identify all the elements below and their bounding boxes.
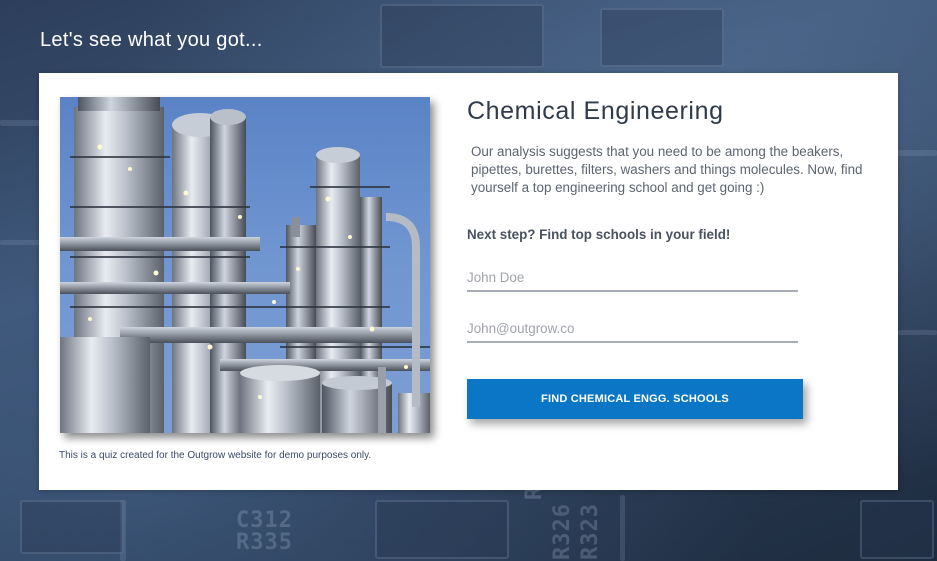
result-card: This is a quiz created for the Outgrow w…: [39, 73, 898, 490]
result-title: Chemical Engineering: [467, 97, 724, 125]
result-image: [60, 97, 430, 433]
name-field[interactable]: [467, 264, 798, 292]
silkscreen-label: R326: [550, 503, 575, 560]
demo-disclaimer: This is a quiz created for the Outgrow w…: [59, 450, 372, 461]
page-headline: Let's see what you got...: [40, 29, 263, 51]
find-schools-button[interactable]: FIND CHEMICAL ENGG. SCHOOLS: [467, 379, 803, 419]
email-field[interactable]: [467, 315, 798, 343]
result-description: Our analysis suggests that you need to b…: [471, 144, 863, 195]
silkscreen-label: R335: [236, 530, 293, 555]
silkscreen-label: C312: [236, 508, 293, 533]
lead-form-heading: Next step? Find top schools in your fiel…: [467, 227, 731, 242]
silkscreen-label: R323: [578, 503, 603, 560]
chemical-plant-icon: [60, 97, 430, 433]
